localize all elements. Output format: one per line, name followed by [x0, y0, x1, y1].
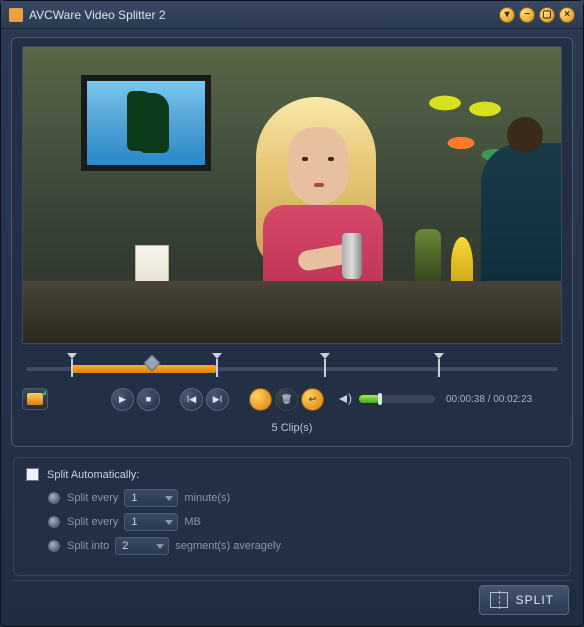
minimize-button[interactable]: −	[519, 7, 535, 23]
radio-split-segments-suffix: segment(s) averagely	[175, 540, 281, 552]
radio-split-mb-suffix: MB	[184, 516, 201, 528]
time-total: 00:02:23	[493, 394, 532, 405]
main-frame: ▶ ■ I◀ ▶I ⚡ 🗑 ↩ 00:00:38 / 00:02:23 5 Cl…	[11, 37, 573, 447]
set-end-button[interactable]: ↩	[301, 388, 324, 411]
video-frame-painting	[81, 75, 211, 171]
speaker-icon[interactable]	[339, 393, 353, 405]
controls-row: ▶ ■ I◀ ▶I ⚡ 🗑 ↩ 00:00:38 / 00:02:23	[22, 384, 562, 414]
clip-count: 5 Clip(s)	[22, 422, 562, 434]
prev-frame-button[interactable]: I◀	[180, 388, 203, 411]
split-auto-checkbox[interactable]	[26, 468, 39, 481]
radio-split-minutes-prefix: Split every	[67, 492, 118, 504]
radio-split-mb-prefix: Split every	[67, 516, 118, 528]
video-frame-counter	[23, 281, 561, 343]
stop-button[interactable]: ■	[137, 388, 160, 411]
auto-split-panel: Split Automatically: Split every 1 minut…	[13, 457, 571, 576]
folder-icon	[27, 393, 43, 405]
close-button[interactable]: ×	[559, 7, 575, 23]
radio-split-mb[interactable]	[48, 516, 60, 528]
combo-minutes[interactable]: 1	[124, 489, 178, 507]
app-icon	[9, 8, 23, 22]
timeline-marker[interactable]	[71, 359, 73, 377]
next-frame-button[interactable]: ▶I	[206, 388, 229, 411]
split-button-label: SPLIT	[516, 593, 554, 607]
combo-segments[interactable]: 2	[115, 537, 169, 555]
time-display: 00:00:38 / 00:02:23	[446, 394, 532, 405]
menu-button[interactable]: ▾	[499, 7, 515, 23]
split-icon	[490, 592, 508, 608]
combo-mb[interactable]: 1	[124, 513, 178, 531]
radio-split-minutes[interactable]	[48, 492, 60, 504]
timeline-marker[interactable]	[438, 359, 440, 377]
timeline-selection[interactable]	[71, 365, 217, 373]
time-current: 00:00:38	[446, 394, 485, 405]
app-title: AVCWare Video Splitter 2	[29, 8, 495, 22]
timeline[interactable]	[22, 350, 562, 380]
split-button[interactable]: SPLIT	[479, 585, 569, 615]
volume-control	[339, 393, 435, 405]
split-auto-label: Split Automatically:	[47, 469, 139, 481]
video-preview[interactable]	[22, 46, 562, 344]
delete-marker-button[interactable]: 🗑	[275, 388, 298, 411]
radio-split-segments-prefix: Split into	[67, 540, 109, 552]
volume-slider[interactable]	[359, 395, 435, 403]
maximize-button[interactable]: ▢	[539, 7, 555, 23]
open-file-button[interactable]	[22, 388, 48, 410]
timeline-marker[interactable]	[324, 359, 326, 377]
timeline-marker[interactable]	[216, 359, 218, 377]
radio-split-minutes-suffix: minute(s)	[184, 492, 230, 504]
split-bar: SPLIT	[11, 580, 573, 618]
titlebar: AVCWare Video Splitter 2 ▾ − ▢ ×	[1, 1, 583, 29]
set-start-button[interactable]: ⚡	[249, 388, 272, 411]
play-button[interactable]: ▶	[111, 388, 134, 411]
radio-split-segments[interactable]	[48, 540, 60, 552]
